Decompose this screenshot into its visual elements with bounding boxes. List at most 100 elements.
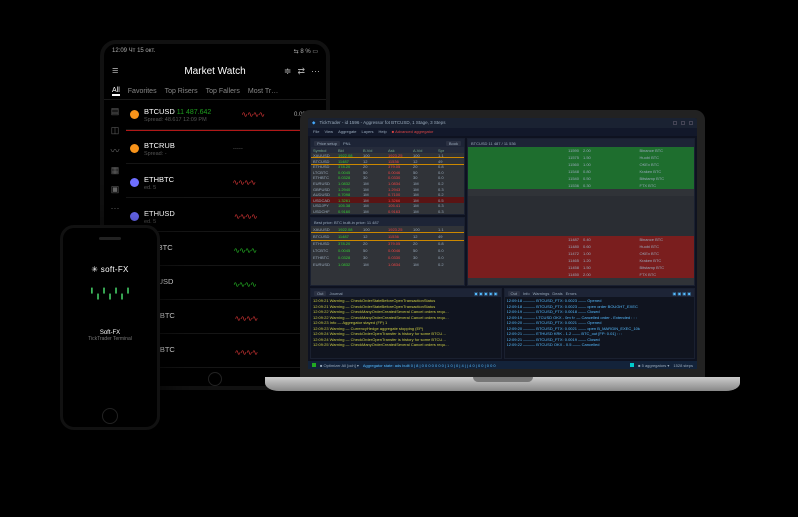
laptop-notch bbox=[473, 377, 533, 382]
tab-all[interactable]: All bbox=[112, 87, 120, 96]
menubar: File View Aggregate Layers Help ■ Advanc… bbox=[308, 128, 697, 137]
log-right-tab-info[interactable]: Info bbox=[523, 291, 530, 296]
log-right-header: Out Info Warnings Deals Errors ▣ ▣ ▣ ▣ bbox=[505, 289, 695, 297]
tab-favorites[interactable]: Favorites bbox=[128, 88, 157, 95]
log-left-tab-journal[interactable]: Journal bbox=[329, 291, 342, 296]
depth-row[interactable]: 115751.50Huobi BTC bbox=[468, 154, 694, 161]
depth-row[interactable]: 114651.20Kraken BTC bbox=[468, 257, 694, 264]
menu-icon[interactable]: ≡ bbox=[112, 65, 118, 77]
symbol-name: ETHBTC bbox=[144, 175, 174, 184]
grid-row[interactable]: ETHUSD378.2020379.05200.8 bbox=[311, 240, 464, 247]
log-right-body[interactable]: 12:09:18 ——— BTCUSD_FTX: 0.0023 —— Opene… bbox=[505, 297, 695, 358]
symbol-price: 11 487.642 bbox=[177, 109, 212, 116]
log-line: 12:09:22 ——— BTCUSD OKX - 0.5 —— Cancell… bbox=[507, 342, 693, 348]
log-right-tab-warnings[interactable]: Warnings bbox=[533, 291, 550, 296]
price-grid-panel: Price setup PNL Book SymbolBidB.VolAskA.… bbox=[310, 138, 465, 215]
sidebar-briefcase-icon[interactable]: ▣ bbox=[111, 184, 120, 195]
laptop-screen: ◆ TickTrader - id 1596 - Aggressor fot B… bbox=[300, 110, 705, 377]
menu-view[interactable]: View bbox=[324, 129, 333, 134]
tab-top-risers[interactable]: Top Risers bbox=[165, 88, 198, 95]
more-icon[interactable]: ⋯ bbox=[311, 66, 320, 77]
status-indicator-cyan bbox=[630, 363, 634, 367]
order-book-asks[interactable]: 115902.00Binance BTC115751.50Huobi BTC11… bbox=[468, 147, 694, 196]
price-grid-header: Price setup PNL Book bbox=[311, 139, 464, 147]
quote-grid-lower[interactable]: XAUUSD1922.081001923.251001.1BTCUSD11487… bbox=[311, 226, 464, 285]
phone-home-button[interactable] bbox=[102, 408, 118, 424]
log-line: 12:09:25 Warning — CheckManyOrderCreated… bbox=[313, 342, 499, 348]
tab-most-traded[interactable]: Most Tr… bbox=[248, 88, 278, 95]
depth-row[interactable]: 115480.80Kraken BTC bbox=[468, 168, 694, 175]
depth-row[interactable]: 115400.50Bitstamp BTC bbox=[468, 175, 694, 182]
log-right-tab-deals[interactable]: Deals bbox=[552, 291, 562, 296]
grid-row[interactable]: XAUUSD1922.081001923.251001.1 bbox=[311, 226, 464, 233]
minimize-button[interactable] bbox=[673, 121, 677, 125]
depth-row[interactable]: 115601.00OKEx BTC bbox=[468, 161, 694, 168]
depth-row[interactable]: 115902.00Binance BTC bbox=[468, 147, 694, 154]
quote-grid[interactable]: SymbolBidB.VolAskA.VolSprXAUUSD1922.0810… bbox=[311, 147, 464, 214]
log-right-tab-out[interactable]: Out bbox=[508, 291, 520, 296]
symbol-sub: ed. 5 bbox=[144, 185, 174, 191]
tablet-tabs: All Favorites Top Risers Top Fallers Mos… bbox=[104, 84, 326, 100]
log-panel-left: Out Journal ▣ ▣ ▣ ▣ ▣ 12:09:21 Warning —… bbox=[310, 288, 502, 359]
order-book-panel: BTCUSD 11 487 / 11 536 115902.00Binance … bbox=[467, 138, 695, 286]
menu-layers[interactable]: Layers bbox=[362, 129, 374, 134]
settings-sliders-icon[interactable]: ≑ bbox=[284, 66, 292, 77]
symbol-sub: ed. 5 bbox=[144, 219, 175, 225]
tab-book[interactable]: Book bbox=[446, 141, 461, 146]
lower-price-label: Best price: BTC built-in price: 11 487 bbox=[314, 220, 379, 225]
tablet-home-button[interactable] bbox=[208, 372, 222, 386]
grid-row[interactable]: LTCBTC0.0045500.0046500.0 bbox=[311, 247, 464, 254]
log-right-tab-errors[interactable]: Errors bbox=[566, 291, 577, 296]
maximize-button[interactable] bbox=[681, 121, 685, 125]
tab-price-setup[interactable]: Price setup bbox=[314, 141, 340, 146]
tab-top-fallers[interactable]: Top Fallers bbox=[206, 88, 240, 95]
status-optimizer[interactable]: ■ Optimizer All [och] ▾ bbox=[320, 363, 359, 368]
sidebar-grid-icon[interactable]: ◫ bbox=[111, 125, 120, 136]
phone-device: ✳ soft-FX ╹╻╹╻╹╻╹ Soft-FX TickTrader Ter… bbox=[60, 225, 160, 430]
sidebar-more-icon[interactable]: ⋯ bbox=[111, 203, 120, 214]
menu-advanced-aggregator[interactable]: ■ Advanced aggregator bbox=[392, 129, 434, 134]
log-toolbar-icons-right[interactable]: ▣ ▣ ▣ ▣ bbox=[673, 291, 691, 296]
coin-icon bbox=[130, 212, 139, 221]
coin-icon bbox=[130, 110, 139, 119]
status-indicator-green bbox=[312, 363, 316, 367]
sidebar-list-icon[interactable]: ▤ bbox=[111, 106, 120, 117]
menu-file[interactable]: File bbox=[313, 129, 319, 134]
coin-icon bbox=[130, 178, 139, 187]
grid-row[interactable]: USDCHF0.91601M0.91631M0.3 bbox=[311, 209, 464, 215]
order-book-bids[interactable]: 114870.40Binance BTC114800.60Huobi BTC11… bbox=[468, 236, 694, 285]
grid-row[interactable]: EURUSD1.08321M1.08341M0.2 bbox=[311, 261, 464, 268]
menu-aggregate[interactable]: Aggregate bbox=[338, 129, 356, 134]
log-left-header: Out Journal ▣ ▣ ▣ ▣ ▣ bbox=[311, 289, 501, 297]
statusbar: ■ Optimizer All [och] ▾ Aggregator state… bbox=[308, 361, 697, 369]
log-left-tab-out[interactable]: Out bbox=[314, 291, 326, 296]
coin-icon bbox=[130, 144, 139, 153]
tablet-statusbar: 12:09 Чт 15 окт. ⇆ 8 % ▭ bbox=[104, 44, 326, 58]
phone-logo: ✳ soft-FX bbox=[91, 265, 128, 274]
statusbar-time: 12:09 Чт 15 окт. bbox=[112, 48, 155, 54]
status-aggregators[interactable]: ■ 5 aggregators ▾ bbox=[638, 363, 669, 368]
laptop-device: ◆ TickTrader - id 1596 - Aggressor fot B… bbox=[265, 110, 740, 440]
depth-row[interactable]: 114581.50Bitstamp BTC bbox=[468, 264, 694, 271]
depth-row[interactable]: 115360.30FTX BTC bbox=[468, 182, 694, 189]
laptop-base bbox=[265, 377, 740, 391]
menu-help[interactable]: Help bbox=[379, 129, 387, 134]
depth-row[interactable]: 114870.40Binance BTC bbox=[468, 236, 694, 243]
tab-pnl[interactable]: PNL bbox=[343, 141, 351, 146]
symbol-name: BTCUSD bbox=[144, 107, 175, 116]
statusbar-battery: ⇆ 8 % ▭ bbox=[294, 48, 318, 55]
sidebar-chart-icon[interactable]: 〰 bbox=[110, 144, 119, 157]
sidebar-calendar-icon[interactable]: ▦ bbox=[111, 165, 120, 176]
log-left-body[interactable]: 12:09:21 Warning — CheckOrderStateBefore… bbox=[311, 297, 501, 358]
depth-row[interactable]: 114721.00OKEx BTC bbox=[468, 250, 694, 257]
depth-row[interactable]: 114502.00FTX BTC bbox=[468, 271, 694, 278]
close-button[interactable] bbox=[689, 121, 693, 125]
tablet-title: Market Watch bbox=[184, 66, 245, 77]
app-icon: ◆ bbox=[312, 120, 315, 126]
log-toolbar-icons[interactable]: ▣ ▣ ▣ ▣ ▣ bbox=[474, 291, 497, 296]
depth-row[interactable]: 114800.60Huobi BTC bbox=[468, 243, 694, 250]
sort-icon[interactable]: ⇄ bbox=[297, 66, 305, 77]
order-book-header: BTCUSD 11 487 / 11 536 bbox=[468, 139, 694, 147]
grid-row[interactable]: BTCUSD1148712115361249 bbox=[311, 233, 464, 240]
grid-row[interactable]: ETHBTC0.0328300.0330300.0 bbox=[311, 254, 464, 261]
